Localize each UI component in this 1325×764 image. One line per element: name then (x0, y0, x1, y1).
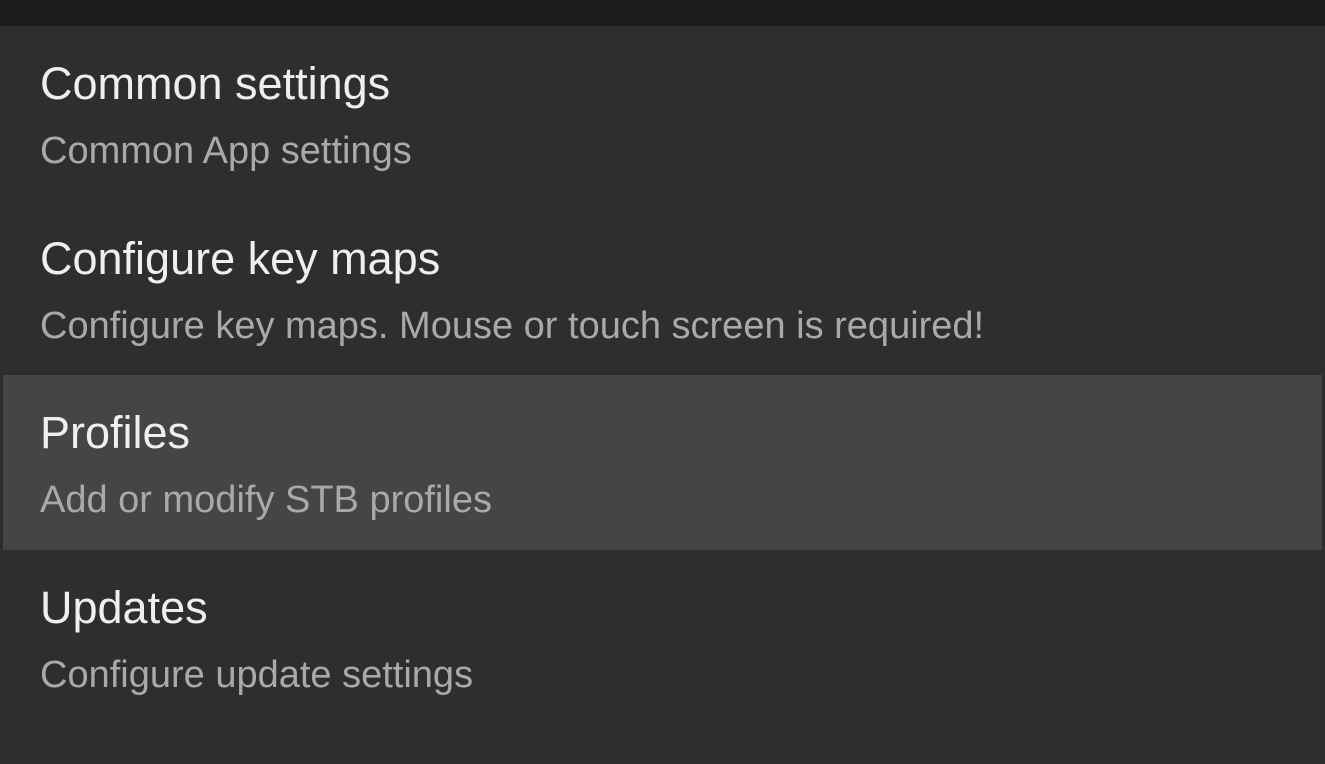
setting-profiles[interactable]: Profiles Add or modify STB profiles (3, 375, 1322, 550)
settings-list: Common settings Common App settings Conf… (3, 26, 1322, 764)
top-bar (0, 0, 1325, 26)
setting-summary: Common App settings (40, 130, 412, 172)
setting-summary: Configure update settings (40, 654, 474, 696)
setting-title: Updates (40, 582, 208, 633)
setting-title: Configure key maps (40, 233, 441, 284)
setting-updates[interactable]: Updates Configure update settings (3, 550, 1322, 725)
setting-summary: Add or modify STB profiles (40, 479, 492, 521)
setting-summary: Configure key maps. Mouse or touch scree… (40, 305, 985, 347)
setting-common-settings[interactable]: Common settings Common App settings (3, 26, 1322, 201)
setting-title: Common settings (40, 58, 391, 109)
setting-configure-key-maps[interactable]: Configure key maps Configure key maps. M… (3, 201, 1322, 376)
setting-title: Profiles (40, 407, 191, 458)
